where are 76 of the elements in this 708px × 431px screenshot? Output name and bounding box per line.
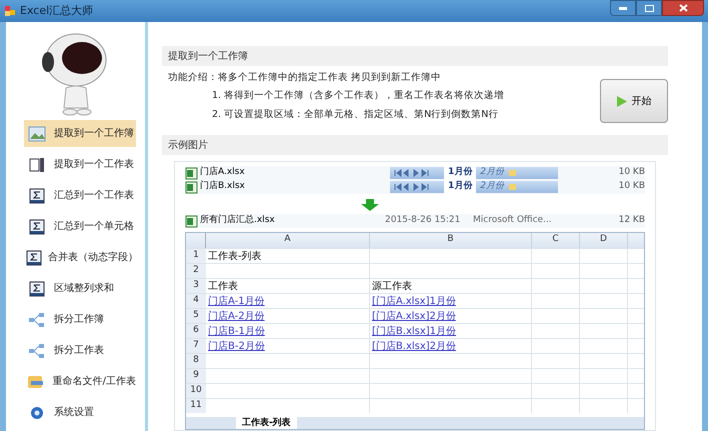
split-icon bbox=[28, 312, 46, 328]
image-icon bbox=[28, 126, 46, 142]
close-button[interactable] bbox=[662, 0, 704, 16]
sigma-icon bbox=[29, 218, 45, 234]
row-header: 6 bbox=[186, 324, 206, 338]
row-header: 2 bbox=[186, 264, 206, 278]
feature-note: 2. 可设置提取区域：全部单元格、指定区域、第N行到倒数第N行 bbox=[211, 108, 500, 122]
column-header: D bbox=[580, 233, 628, 248]
sidebar-item[interactable]: 汇总到一个工作表 bbox=[24, 182, 136, 209]
sigma-icon bbox=[26, 250, 42, 266]
feature-description: 功能介绍：将多个工作簿中的指定工作表 拷贝到到新工作簿中 bbox=[168, 71, 442, 85]
section-header: 示例图片 bbox=[162, 135, 668, 155]
section-header: 提取到一个工作簿 bbox=[162, 46, 668, 66]
row-header: 5 bbox=[186, 309, 206, 323]
file-type: Microsoft Office... bbox=[473, 214, 552, 228]
spreadsheet-file-icon bbox=[185, 180, 198, 194]
row-header: 9 bbox=[186, 369, 206, 383]
sheet-tab-label: 2月份 bbox=[479, 180, 506, 194]
row-header: 3 bbox=[186, 279, 206, 293]
sidebar-item[interactable]: 提取到一个工作簿 bbox=[24, 120, 136, 147]
sheet-icon bbox=[28, 156, 46, 172]
spreadsheet-file-icon bbox=[185, 214, 198, 228]
file-size: 10 KB bbox=[618, 166, 645, 180]
split-icon bbox=[28, 342, 46, 358]
hyperlink-cell[interactable]: 门店A-2月份 bbox=[206, 309, 370, 323]
file-name: 门店A.xlsx bbox=[200, 166, 246, 180]
file-name: 门店B.xlsx bbox=[200, 180, 246, 194]
sidebar-item[interactable]: 汇总到一个单元格 bbox=[24, 213, 136, 240]
hyperlink-cell[interactable]: 门店A-1月份 bbox=[206, 294, 370, 308]
hyperlink-cell[interactable]: [门店A.xlsx]1月份 bbox=[370, 294, 532, 308]
sidebar-item[interactable]: 拆分工作簿 bbox=[24, 306, 136, 333]
close-icon bbox=[678, 4, 688, 12]
sidebar-item[interactable]: 拆分工作表 bbox=[24, 337, 136, 364]
sidebar-item[interactable]: 提取到一个工作表 bbox=[24, 151, 136, 178]
file-size: 10 KB bbox=[618, 180, 645, 194]
row-header: 8 bbox=[186, 354, 206, 368]
hyperlink-cell[interactable]: [门店A.xlsx]2月份 bbox=[370, 309, 532, 323]
hyperlink-cell[interactable]: 门店B-1月份 bbox=[206, 324, 370, 338]
play-icon bbox=[616, 96, 626, 106]
sidebar-item[interactable]: 区域整列求和 bbox=[24, 275, 136, 302]
row-header: 10 bbox=[186, 384, 206, 398]
table-cell: 工作表 bbox=[206, 279, 370, 293]
sidebar-item[interactable]: 重命名文件/工作表 bbox=[24, 368, 136, 395]
settings-icon bbox=[30, 406, 44, 420]
sidebar-item[interactable]: 系统设置 bbox=[24, 399, 136, 426]
file-name: 所有门店汇总.xlsx bbox=[200, 214, 276, 228]
row-header: 7 bbox=[186, 339, 206, 353]
feature-note: 1. 将得到一个工作簿（含多个工作表），重名工作表名将依次递增 bbox=[211, 89, 506, 104]
file-date: 2015-8-26 15:21 bbox=[385, 214, 462, 228]
sigma-icon bbox=[29, 188, 45, 204]
maximize-button[interactable] bbox=[636, 0, 662, 16]
hyperlink-cell[interactable]: [门店B.xlsx]1月份 bbox=[370, 324, 532, 338]
folder-icon bbox=[27, 374, 46, 390]
column-header: A bbox=[206, 233, 370, 248]
sheet-tab-label: 2月份 bbox=[479, 166, 506, 180]
row-header: 4 bbox=[186, 294, 206, 308]
hyperlink-cell[interactable]: 门店B-2月份 bbox=[206, 339, 370, 353]
sheet-tab[interactable]: 工作表-列表 bbox=[236, 417, 297, 429]
minimize-icon bbox=[619, 6, 627, 10]
table-cell: 工作表-列表 bbox=[206, 249, 370, 263]
window-title: Excel汇总大师 bbox=[20, 2, 94, 19]
table-cell: 源工作表 bbox=[370, 279, 532, 293]
sidebar-item[interactable]: 合并表（动态字段） bbox=[24, 244, 136, 271]
app-icon bbox=[4, 5, 16, 17]
row-header: 11 bbox=[186, 399, 206, 413]
sigma-icon bbox=[29, 280, 45, 296]
down-arrow-icon bbox=[361, 199, 379, 211]
file-size: 12 KB bbox=[618, 214, 645, 228]
start-button[interactable]: 开始 bbox=[600, 79, 668, 123]
hyperlink-cell[interactable]: [门店B.xlsx]2月份 bbox=[370, 339, 532, 353]
column-header: C bbox=[532, 233, 580, 248]
minimize-button[interactable] bbox=[610, 0, 636, 16]
row-header: 1 bbox=[186, 249, 206, 263]
column-header: B bbox=[370, 233, 532, 248]
spreadsheet-file-icon bbox=[185, 166, 198, 180]
maximize-icon bbox=[644, 4, 654, 12]
